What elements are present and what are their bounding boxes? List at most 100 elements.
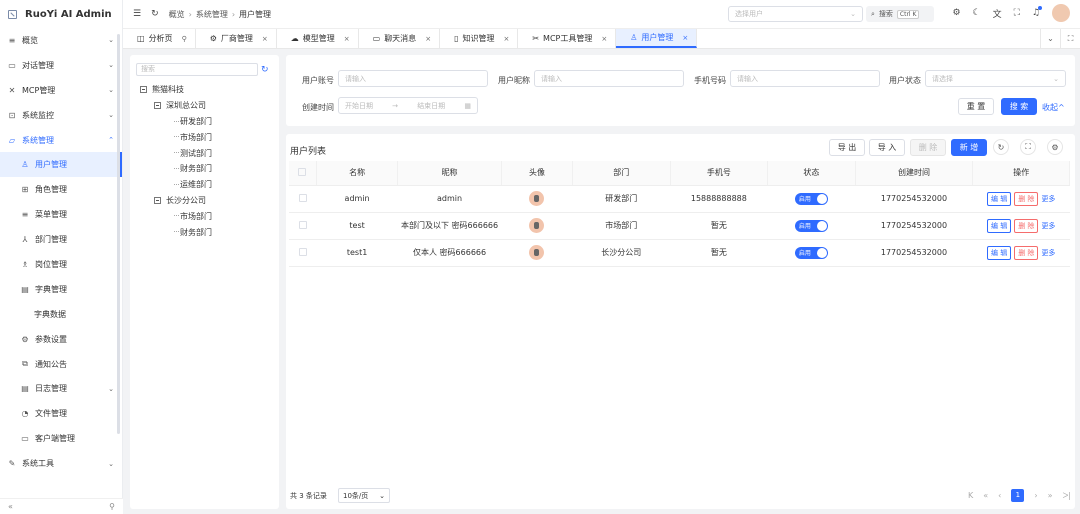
collapse-icon[interactable] — [154, 196, 161, 204]
tree-node[interactable]: 研发部门 — [136, 114, 273, 130]
column-header[interactable]: 头像 — [501, 161, 574, 186]
user-avatar[interactable] — [529, 191, 545, 206]
page-number-current[interactable]: 1 — [1011, 489, 1025, 502]
user-avatar[interactable] — [529, 245, 545, 260]
close-icon[interactable]: × — [262, 35, 268, 43]
refresh-icon[interactable]: ↻ — [151, 9, 159, 19]
more-link[interactable]: 更多 — [1041, 194, 1055, 204]
tree-node[interactable]: 长沙分公司 — [136, 193, 273, 209]
prev-jump-icon[interactable]: « — [983, 491, 988, 500]
row-checkbox[interactable] — [298, 220, 307, 229]
breadcrumb-item[interactable]: 系统管理 — [196, 9, 228, 20]
delete-button[interactable]: 删 除 — [1014, 245, 1039, 260]
refresh-icon[interactable]: ↻ — [261, 65, 269, 75]
tree-node[interactable]: 财务部门 — [136, 161, 273, 177]
tree-node[interactable]: 深圳总公司 — [136, 98, 273, 114]
add-user-button[interactable]: 新 增 — [951, 139, 987, 156]
fullscreen-icon[interactable]: ⛶ — [1014, 8, 1020, 18]
status-select[interactable]: 请选择 ⌄ — [925, 70, 1066, 87]
sidebar-item-chat[interactable]: ▭ 对话管理 ⌄ — [0, 53, 122, 78]
tree-node[interactable]: 运维部门 — [136, 177, 273, 193]
close-icon[interactable]: × — [682, 34, 688, 42]
collapse-icon[interactable] — [154, 102, 161, 110]
sidebar-item-users[interactable]: ♙ 用户管理 — [0, 152, 122, 178]
column-settings-icon[interactable]: ⚙ — [1047, 139, 1063, 155]
page-size-select[interactable]: 10条/页 ⌄ — [338, 488, 390, 503]
sidebar-item-config[interactable]: ⚙ 参数设置 — [0, 327, 122, 352]
status-toggle[interactable]: 启用 — [794, 219, 828, 232]
row-checkbox[interactable] — [298, 247, 307, 256]
select-all-checkbox[interactable] — [289, 161, 317, 186]
tree-node[interactable]: 熊猫科技 — [136, 82, 273, 98]
sidebar-item-dict-data[interactable]: 字典数据 — [0, 302, 122, 327]
collapse-link[interactable]: 收起^ — [1042, 102, 1065, 113]
user-avatar[interactable] — [529, 218, 545, 233]
prev-page-icon[interactable]: ‹ — [998, 491, 1001, 500]
tree-search-input[interactable]: 搜索 — [136, 63, 258, 76]
user-select[interactable]: 选择用户 ⌄ — [728, 6, 863, 22]
sidebar-item-roles[interactable]: ⊞ 角色管理 — [0, 177, 122, 202]
pin-sidebar-icon[interactable]: ⚲ — [109, 502, 115, 511]
tab-menu-chevron-icon[interactable]: ⌄ — [1040, 29, 1060, 49]
language-icon[interactable]: 文 — [993, 7, 1002, 20]
collapse-sidebar-icon[interactable]: « — [8, 502, 13, 511]
batch-delete-button[interactable]: 删 除 — [910, 139, 946, 156]
sidebar-item-logs[interactable]: ▤ 日志管理 ⌄ — [0, 376, 122, 401]
status-toggle[interactable]: 启用 — [794, 192, 828, 205]
sidebar-item-depts[interactable]: ⅄ 部门管理 — [0, 227, 122, 252]
status-toggle[interactable]: 启用 — [794, 246, 828, 259]
sidebar-item-system[interactable]: ▱ 系统管理 ⌃ — [0, 128, 122, 153]
reset-button[interactable]: 重 置 — [958, 98, 994, 115]
import-button[interactable]: 导 入 — [869, 139, 905, 156]
column-header[interactable]: 名称 — [316, 161, 399, 186]
more-link[interactable]: 更多 — [1041, 221, 1055, 231]
export-button[interactable]: 导 出 — [829, 139, 865, 156]
settings-icon[interactable]: ⚙ — [952, 8, 960, 18]
column-header[interactable]: 手机号 — [670, 161, 769, 186]
next-page-icon[interactable]: › — [1034, 491, 1037, 500]
date-range-picker[interactable]: 开始日期 → 结束日期 ▦ — [338, 97, 478, 114]
brand[interactable]: RuoYi AI Admin — [0, 0, 122, 28]
tree-node[interactable]: 财务部门 — [136, 224, 273, 240]
next-jump-icon[interactable]: » — [1048, 491, 1053, 500]
sidebar-item-posts[interactable]: ♗ 岗位管理 — [0, 252, 122, 277]
delete-button[interactable]: 删 除 — [1014, 191, 1039, 206]
end-date-input[interactable]: 结束日期 — [417, 101, 445, 111]
edit-button[interactable]: 编 辑 — [986, 245, 1012, 260]
breadcrumb-item[interactable]: 概览 — [169, 9, 185, 20]
column-header[interactable]: 部门 — [572, 161, 671, 186]
notification-bell-icon[interactable]: ♫ — [1032, 6, 1042, 18]
tab-vendors[interactable]: ⚙ 厂商管理 × — [196, 29, 277, 48]
sidebar-item-notice[interactable]: ⧉ 通知公告 — [0, 352, 122, 377]
theme-moon-icon[interactable]: ☾ — [973, 8, 981, 18]
tree-node[interactable]: 市场部门 — [136, 208, 273, 224]
sidebar-item-tools[interactable]: ✎ 系统工具 ⌄ — [0, 451, 122, 476]
sidebar-item-dict[interactable]: ▤ 字典管理 — [0, 277, 122, 302]
tab-chat-messages[interactable]: ▭ 聊天消息 × — [359, 29, 441, 48]
global-search-button[interactable]: ⌕ 搜索 Ctrl K — [866, 6, 934, 22]
edit-button[interactable]: 编 辑 — [986, 218, 1012, 233]
delete-button[interactable]: 删 除 — [1014, 218, 1039, 233]
tab-dashboard[interactable]: ◫ 分析页 ⚲ — [123, 29, 196, 48]
pin-icon[interactable]: ⚲ — [182, 35, 187, 43]
sidebar-item-files[interactable]: ◔ 文件管理 — [0, 401, 122, 426]
last-page-icon[interactable]: ᐳ| — [1062, 491, 1071, 500]
tab-knowledge[interactable]: ▯ 知识管理 × — [440, 29, 519, 48]
tree-node[interactable]: 市场部门 — [136, 129, 273, 145]
nickname-input[interactable]: 请输入 — [534, 70, 684, 87]
close-icon[interactable]: × — [601, 35, 607, 43]
collapse-icon[interactable] — [140, 86, 147, 94]
close-icon[interactable]: × — [503, 35, 509, 43]
column-header[interactable]: 状态 — [767, 161, 856, 186]
tab-mcp-tools[interactable]: ✂ MCP工具管理 × — [518, 29, 617, 48]
fullscreen-icon[interactable]: ⛶ — [1020, 139, 1036, 155]
edit-button[interactable]: 编 辑 — [986, 191, 1012, 206]
row-checkbox[interactable] — [298, 193, 307, 202]
more-link[interactable]: 更多 — [1041, 248, 1055, 258]
sidebar-item-overview[interactable]: ≡ 概览 ⌄ — [0, 28, 122, 53]
sidebar-item-menus[interactable]: ≡ 菜单管理 — [0, 202, 122, 227]
phone-input[interactable]: 请输入 — [730, 70, 880, 87]
sidebar-item-monitor[interactable]: ⊡ 系统监控 ⌄ — [0, 103, 122, 128]
close-icon[interactable]: × — [344, 35, 350, 43]
account-input[interactable]: 请输入 — [338, 70, 488, 87]
